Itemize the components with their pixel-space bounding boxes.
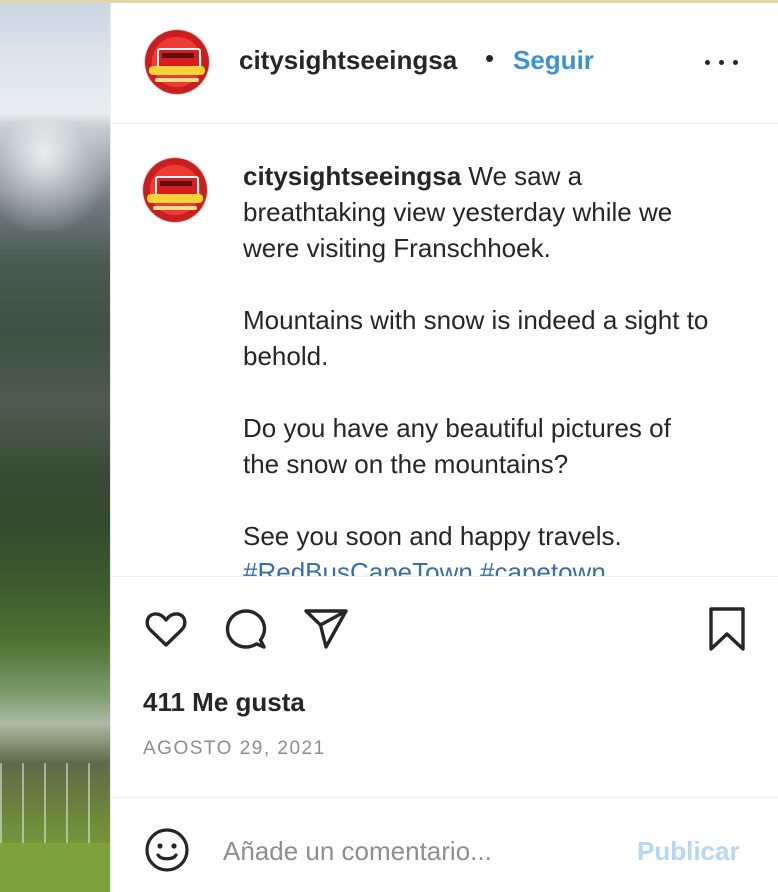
caption-text: citysightseeingsa We saw a breathtaking … <box>243 158 713 576</box>
bookmark-icon[interactable] <box>703 605 751 653</box>
caption-hashtags[interactable]: #RedBusCapeTown #capetown <box>243 557 606 576</box>
post-date[interactable]: AGOSTO 29, 2021 <box>143 738 326 760</box>
header-username[interactable]: citysightseeingsa <box>239 45 457 76</box>
more-options-icon[interactable] <box>703 51 743 73</box>
action-bar <box>111 577 778 677</box>
publish-button[interactable]: Publicar <box>637 836 740 867</box>
post-photo[interactable] <box>0 3 110 892</box>
likes-count[interactable]: 411 Me gusta <box>143 687 305 718</box>
caption-username[interactable]: citysightseeingsa <box>243 161 461 191</box>
caption-area: citysightseeingsa We saw a breathtaking … <box>111 124 778 576</box>
post-header: citysightseeingsa • Seguir <box>111 3 778 124</box>
comment-icon[interactable] <box>222 605 270 653</box>
comment-bar: Publicar <box>111 798 778 892</box>
header-separator: • <box>485 43 495 73</box>
profile-avatar[interactable] <box>145 30 209 94</box>
caption-body: We saw a breathtaking view yesterday whi… <box>243 161 709 551</box>
send-icon[interactable] <box>302 605 350 653</box>
snow-mountain-area <box>0 121 110 231</box>
follow-button[interactable]: Seguir <box>513 45 594 76</box>
heart-icon[interactable] <box>142 605 190 653</box>
fence-area <box>0 763 110 843</box>
caption-avatar[interactable] <box>143 158 207 222</box>
emoji-icon[interactable] <box>143 826 191 874</box>
grass-area <box>0 843 110 892</box>
comment-input[interactable] <box>221 828 625 874</box>
